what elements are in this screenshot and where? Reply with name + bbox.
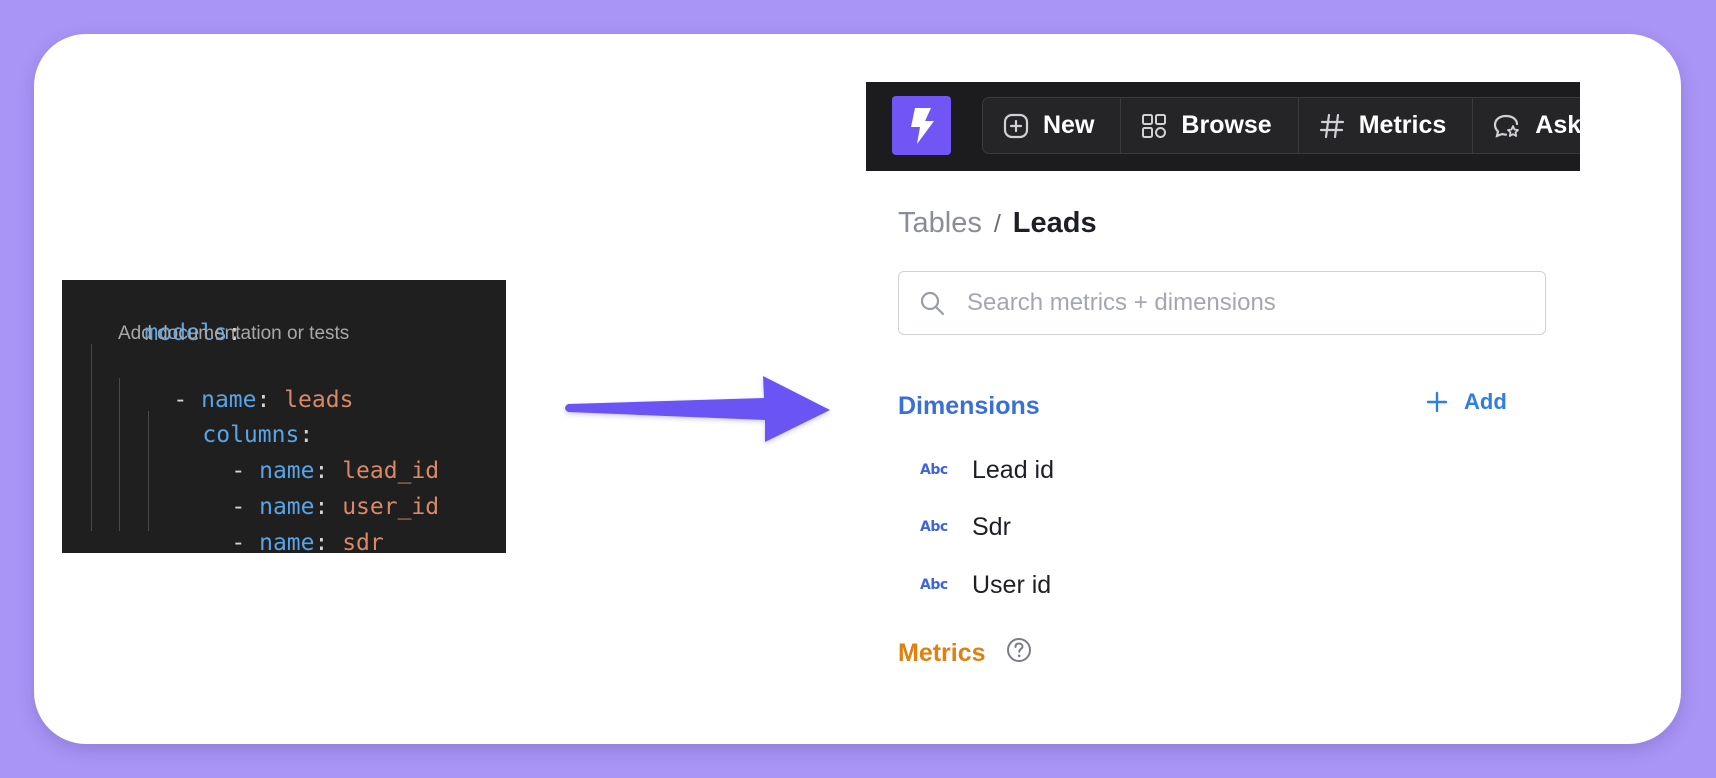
breadcrumb-separator: /: [993, 210, 1001, 238]
nav-new-label: New: [1043, 111, 1095, 139]
nav-browse-button[interactable]: Browse: [1121, 98, 1299, 153]
nav-ask-button[interactable]: Ask: [1473, 98, 1580, 153]
nav-metrics-label: Metrics: [1358, 111, 1447, 139]
code-line: - name: lead_id: [176, 420, 439, 484]
metrics-heading: Metrics: [898, 639, 986, 667]
code-line: columns:: [147, 384, 313, 448]
add-dimension-label: Add: [1464, 389, 1507, 414]
search-icon: [920, 291, 945, 316]
nav-browse-label: Browse: [1181, 111, 1272, 139]
yaml-key: name: [259, 530, 315, 556]
search-box: [898, 271, 1546, 335]
nav-new-button[interactable]: New: [983, 98, 1122, 153]
dimension-item[interactable]: Abc Lead id: [920, 453, 1054, 487]
add-dimension-button[interactable]: Add: [1426, 389, 1507, 415]
dimension-label: User id: [972, 570, 1052, 599]
yaml-code-panel: models: Add documentation or tests - nam…: [62, 280, 506, 556]
app-logo[interactable]: [892, 96, 951, 155]
hash-icon: [1319, 113, 1344, 138]
lightning-icon: [910, 107, 934, 144]
yaml-value: sdr: [342, 530, 384, 556]
nav-metrics-button[interactable]: Metrics: [1299, 98, 1474, 153]
breadcrumb-tables-link[interactable]: Tables: [898, 207, 982, 239]
chat-star-icon: [1494, 114, 1520, 138]
dimension-item[interactable]: Abc Sdr: [920, 510, 1011, 544]
string-type-icon: Abc: [920, 519, 948, 535]
codelens-hint[interactable]: Add documentation or tests: [118, 322, 349, 346]
breadcrumb: Tables / Leads: [898, 206, 1097, 241]
plus-square-icon: [1003, 113, 1029, 138]
code-line: - name: leads: [118, 349, 353, 413]
dimension-label: Lead id: [972, 455, 1055, 484]
string-type-icon: Abc: [920, 462, 948, 478]
code-line: - name: user_id: [176, 456, 439, 520]
yaml-dash: -: [231, 530, 260, 556]
nav-ask-label: Ask: [1535, 111, 1580, 139]
string-type-icon: Abc: [920, 577, 948, 593]
arrow-right-icon: [565, 376, 830, 442]
code-line: models:: [89, 282, 241, 346]
app-topbar: New Browse Metrics Ask: [866, 82, 1580, 171]
plus-icon: [1426, 391, 1448, 413]
grid-icon: [1142, 113, 1167, 138]
code-line: - name: sdr: [176, 492, 383, 556]
dimensions-heading: Dimensions: [898, 392, 1040, 420]
help-circle-icon[interactable]: [1006, 637, 1032, 663]
search-input[interactable]: [965, 288, 1509, 318]
yaml-colon: :: [314, 530, 343, 556]
dimension-item[interactable]: Abc User id: [920, 568, 1051, 602]
breadcrumb-current: Leads: [1012, 207, 1097, 239]
nav-button-group: New Browse Metrics Ask: [982, 97, 1580, 154]
dimension-label: Sdr: [972, 512, 1011, 541]
